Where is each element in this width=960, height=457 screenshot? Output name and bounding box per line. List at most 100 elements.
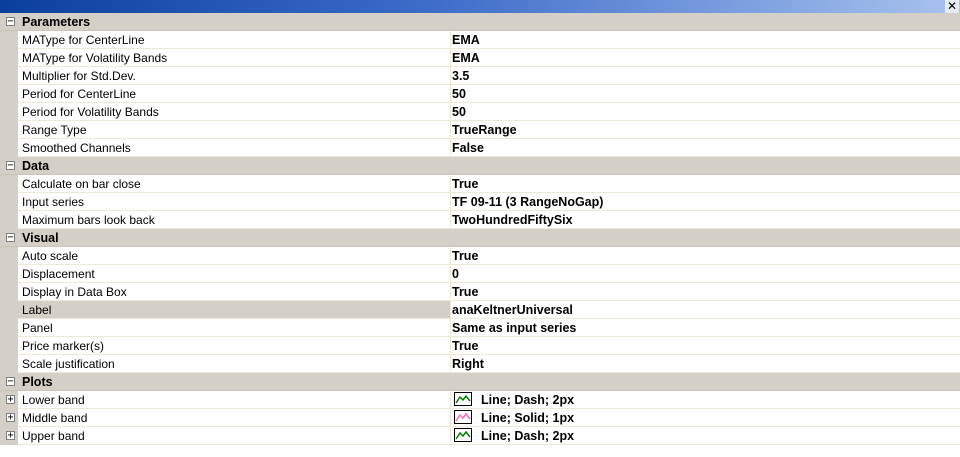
property-value[interactable]: Right	[452, 355, 484, 373]
row-gutter	[0, 211, 18, 229]
property-row-period-for-centerline[interactable]: Period for CenterLine 50	[0, 85, 960, 103]
column-divider[interactable]	[450, 319, 451, 337]
property-value[interactable]: True	[452, 283, 478, 301]
category-label: Plots	[22, 375, 53, 389]
property-value[interactable]: 3.5	[452, 67, 469, 85]
property-name: Displacement	[22, 267, 95, 281]
column-divider[interactable]	[450, 139, 451, 157]
category-parameters[interactable]: − Parameters	[0, 13, 960, 31]
property-name: Auto scale	[22, 249, 79, 263]
row-gutter	[0, 355, 18, 373]
column-divider[interactable]	[450, 247, 451, 265]
property-row-displacement[interactable]: Displacement 0	[0, 265, 960, 283]
property-value[interactable]: Line; Dash; 2px	[481, 427, 574, 445]
property-value[interactable]: False	[452, 139, 484, 157]
category-data[interactable]: − Data	[0, 157, 960, 175]
property-row-range-type[interactable]: Range Type TrueRange	[0, 121, 960, 139]
column-divider[interactable]	[450, 301, 451, 319]
collapse-icon[interactable]: −	[6, 161, 15, 171]
property-name: Period for Volatility Bands	[22, 105, 159, 119]
property-value[interactable]: TF 09-11 (3 RangeNoGap)	[452, 193, 603, 211]
row-gutter	[0, 31, 18, 49]
property-name: Input series	[22, 195, 85, 209]
property-value[interactable]: 50	[452, 85, 466, 103]
column-divider[interactable]	[450, 49, 451, 67]
property-row-display-in-data-box[interactable]: Display in Data Box True	[0, 283, 960, 301]
expand-icon[interactable]: +	[6, 431, 15, 441]
property-row-auto-scale[interactable]: Auto scale True	[0, 247, 960, 265]
row-gutter	[0, 265, 18, 283]
column-divider[interactable]	[450, 103, 451, 121]
property-value[interactable]: EMA	[452, 31, 480, 49]
selected-name-highlight	[18, 301, 450, 318]
property-value[interactable]: anaKeltnerUniversal	[452, 301, 573, 319]
column-divider[interactable]	[450, 355, 451, 373]
property-row-maximum-bars-look-back[interactable]: Maximum bars look back TwoHundredFiftySix	[0, 211, 960, 229]
property-name: Lower band	[22, 393, 85, 407]
column-divider[interactable]	[450, 85, 451, 103]
property-value[interactable]: EMA	[452, 49, 480, 67]
collapse-icon[interactable]: −	[6, 377, 15, 387]
property-value[interactable]: 0	[452, 265, 459, 283]
plot-line-icon	[454, 428, 472, 442]
property-row-panel[interactable]: Panel Same as input series	[0, 319, 960, 337]
category-label: Visual	[22, 231, 59, 245]
column-divider[interactable]	[450, 67, 451, 85]
property-row-price-marker-s[interactable]: Price marker(s) True	[0, 337, 960, 355]
property-value[interactable]: Line; Dash; 2px	[481, 391, 574, 409]
column-divider[interactable]	[450, 121, 451, 139]
property-value[interactable]: TrueRange	[452, 121, 517, 139]
column-divider[interactable]	[450, 265, 451, 283]
column-divider[interactable]	[450, 193, 451, 211]
column-divider[interactable]	[450, 337, 451, 355]
close-icon[interactable]: ✕	[945, 0, 959, 13]
property-row-matype-for-centerline[interactable]: MAType for CenterLine EMA	[0, 31, 960, 49]
property-value[interactable]: True	[452, 247, 478, 265]
row-gutter	[0, 283, 18, 301]
window-titlebar: ✕	[0, 0, 960, 13]
property-grid: − Parameters MAType for CenterLine EMA MATyp…	[0, 13, 960, 445]
collapse-icon[interactable]: −	[6, 17, 15, 27]
property-row-calculate-on-bar-close[interactable]: Calculate on bar close True	[0, 175, 960, 193]
category-label: Parameters	[22, 15, 91, 29]
column-divider[interactable]	[450, 427, 451, 445]
row-gutter	[0, 121, 18, 139]
property-row-middle-band[interactable]: + Middle band Line; Solid; 1px	[0, 409, 960, 427]
property-name: Period for CenterLine	[22, 87, 137, 101]
category-visual[interactable]: − Visual	[0, 229, 960, 247]
column-divider[interactable]	[450, 391, 451, 409]
property-row-multiplier-for-std-dev[interactable]: Multiplier for Std.Dev. 3.5	[0, 67, 960, 85]
row-gutter	[0, 301, 18, 319]
property-name: Scale justification	[22, 357, 115, 371]
column-divider[interactable]	[450, 283, 451, 301]
column-divider[interactable]	[450, 211, 451, 229]
column-divider[interactable]	[450, 175, 451, 193]
property-name: Multiplier for Std.Dev.	[22, 69, 136, 83]
property-row-label[interactable]: Label anaKeltnerUniversal	[0, 301, 960, 319]
expand-icon[interactable]: +	[6, 413, 15, 423]
property-row-upper-band[interactable]: + Upper band Line; Dash; 2px	[0, 427, 960, 445]
expand-icon[interactable]: +	[6, 395, 15, 405]
property-row-matype-for-volatility-bands[interactable]: MAType for Volatility Bands EMA	[0, 49, 960, 67]
property-name: Middle band	[22, 411, 88, 425]
property-value[interactable]: TwoHundredFiftySix	[452, 211, 573, 229]
property-value[interactable]: True	[452, 175, 478, 193]
category-plots[interactable]: − Plots	[0, 373, 960, 391]
property-name: MAType for CenterLine	[22, 33, 145, 47]
property-value[interactable]: Line; Solid; 1px	[481, 409, 574, 427]
property-row-period-for-volatility-bands[interactable]: Period for Volatility Bands 50	[0, 103, 960, 121]
column-divider[interactable]	[450, 31, 451, 49]
collapse-icon[interactable]: −	[6, 233, 15, 243]
row-gutter	[0, 319, 18, 337]
category-label: Data	[22, 159, 50, 173]
property-row-smoothed-channels[interactable]: Smoothed Channels False	[0, 139, 960, 157]
row-gutter	[0, 103, 18, 121]
column-divider[interactable]	[450, 409, 451, 427]
property-row-scale-justification[interactable]: Scale justification Right	[0, 355, 960, 373]
property-row-lower-band[interactable]: + Lower band Line; Dash; 2px	[0, 391, 960, 409]
property-value[interactable]: True	[452, 337, 478, 355]
property-value[interactable]: 50	[452, 103, 466, 121]
property-name: MAType for Volatility Bands	[22, 51, 168, 65]
property-value[interactable]: Same as input series	[452, 319, 576, 337]
property-row-input-series[interactable]: Input series TF 09-11 (3 RangeNoGap)	[0, 193, 960, 211]
